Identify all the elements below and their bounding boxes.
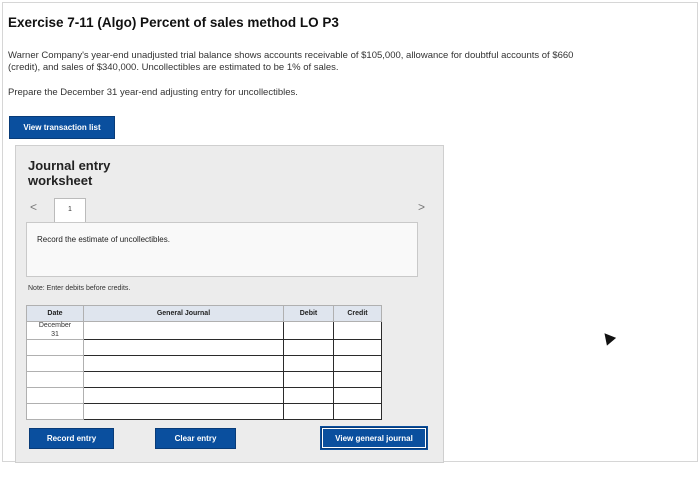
table-row: December 31: [26, 321, 382, 340]
table-row: [26, 339, 382, 356]
journal-table: Date General Journal Debit Credit Decemb…: [26, 305, 382, 420]
credit-input[interactable]: [333, 355, 382, 372]
previous-arrow-icon[interactable]: <: [30, 200, 37, 214]
table-row: [26, 371, 382, 388]
exercise-title: Exercise 7-11 (Algo) Percent of sales me…: [8, 15, 339, 30]
account-input[interactable]: [83, 403, 284, 420]
tab-1[interactable]: 1: [54, 198, 86, 224]
account-input[interactable]: [83, 321, 284, 340]
table-row: [26, 387, 382, 404]
entry-instruction: Record the estimate of uncollectibles.: [26, 222, 418, 277]
date-cell: [26, 355, 84, 372]
debit-input[interactable]: [283, 355, 334, 372]
record-entry-button[interactable]: Record entry: [29, 428, 114, 449]
journal-entry-worksheet: Journal entry worksheet < 1 > Record the…: [15, 145, 444, 463]
date-cell: [26, 403, 84, 420]
date-cell: [26, 339, 84, 356]
credit-input[interactable]: [333, 403, 382, 420]
date-month: December: [38, 322, 72, 329]
account-input[interactable]: [83, 371, 284, 388]
date-cell: [26, 387, 84, 404]
credit-header: Credit: [333, 305, 382, 322]
debit-input[interactable]: [283, 371, 334, 388]
next-arrow-icon[interactable]: >: [418, 200, 425, 214]
debit-input[interactable]: [283, 339, 334, 356]
exercise-frame: Exercise 7-11 (Algo) Percent of sales me…: [2, 2, 698, 463]
date-header: Date: [26, 305, 84, 322]
account-input[interactable]: [83, 339, 284, 356]
general-journal-header: General Journal: [83, 305, 284, 322]
date-cell: [26, 371, 84, 388]
entry-note: Note: Enter debits before credits.: [28, 285, 131, 292]
credit-input[interactable]: [333, 339, 382, 356]
exercise-task: Prepare the December 31 year-end adjusti…: [8, 87, 298, 98]
clear-entry-button[interactable]: Clear entry: [155, 428, 236, 449]
credit-input[interactable]: [333, 321, 382, 340]
credit-input[interactable]: [333, 387, 382, 404]
date-day: 31: [51, 330, 59, 338]
debit-input[interactable]: [283, 321, 334, 340]
date-cell: December 31: [26, 321, 84, 340]
table-row: [26, 403, 382, 420]
table-row: [26, 355, 382, 372]
exercise-description: Warner Company's year-end unadjusted tri…: [8, 50, 574, 73]
debit-header: Debit: [283, 305, 334, 322]
debit-input[interactable]: [283, 403, 334, 420]
account-input[interactable]: [83, 387, 284, 404]
credit-input[interactable]: [333, 371, 382, 388]
view-transaction-list-button[interactable]: View transaction list: [9, 116, 115, 139]
account-input[interactable]: [83, 355, 284, 372]
view-general-journal-button[interactable]: View general journal: [321, 427, 427, 449]
debit-input[interactable]: [283, 387, 334, 404]
worksheet-title: Journal entry worksheet: [28, 158, 111, 188]
